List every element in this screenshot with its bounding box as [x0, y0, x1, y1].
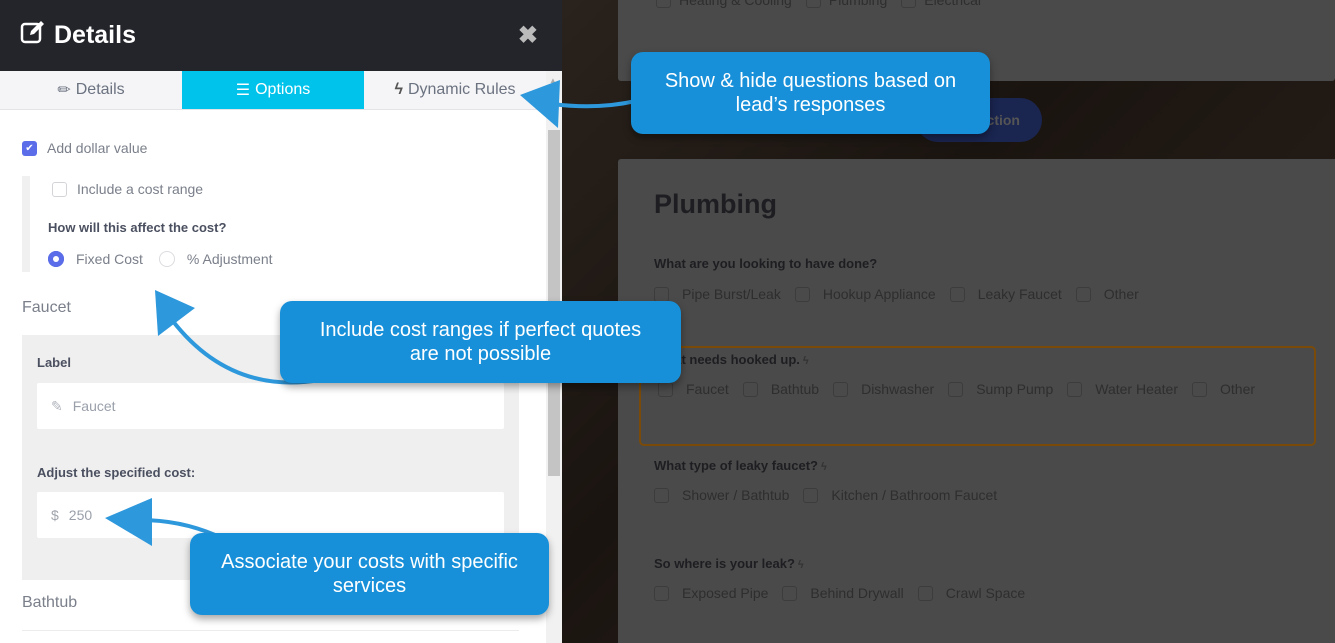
form-card-plumbing: Plumbing What are you looking to have do…: [618, 159, 1335, 643]
question-options: Exposed Pipe Behind Drywall Crawl Space: [654, 585, 1039, 601]
add-dollar-value-checkbox[interactable]: ✔: [22, 140, 37, 156]
subgroup-indent-bar: [22, 176, 30, 272]
dollar-icon: $: [51, 507, 59, 523]
pencil-icon: ✏: [57, 82, 71, 99]
question-label: What type of leaky faucet? ϟ: [654, 458, 827, 473]
tab-options[interactable]: ☰ Options: [182, 71, 364, 109]
scroll-up-arrow-icon[interactable]: ▲: [549, 76, 557, 85]
option-label: Hookup Appliance: [822, 286, 936, 302]
option-label: Electrical: [924, 0, 982, 8]
checkbox[interactable]: [1192, 381, 1207, 397]
tab-dynamic-rules[interactable]: ϟ Dynamic Rules: [364, 71, 546, 109]
checkbox[interactable]: [782, 585, 798, 601]
section-title: Plumbing: [654, 189, 777, 219]
bolt-icon: ϟ: [394, 81, 403, 98]
option-label: Behind Drywall: [810, 585, 904, 601]
option-label: Heating & Cooling: [679, 0, 792, 8]
list-icon: ☰: [235, 82, 251, 99]
cost-input[interactable]: $ 250: [37, 492, 504, 538]
callout-dynamic-rules: Show & hide questions based on lead’s re…: [631, 52, 990, 134]
radio-label: % Adjustment: [186, 251, 273, 267]
checkbox[interactable]: [803, 487, 819, 503]
cost-field-label: Adjust the specified cost:: [37, 465, 196, 480]
bolt-icon: ϟ: [802, 355, 809, 367]
checkbox-label: Include a cost range: [77, 181, 204, 197]
checkbox-label: Add dollar value: [47, 140, 148, 156]
checkbox[interactable]: [654, 585, 669, 601]
question-label: So where is your leak? ϟ: [654, 556, 804, 571]
cost-question-label: How will this affect the cost?: [48, 220, 227, 235]
question-options: Shower / Bathtub Kitchen / Bathroom Fauc…: [654, 487, 1011, 503]
checkbox[interactable]: [1075, 286, 1091, 302]
question-options: Pipe Burst/Leak Hookup Appliance Leaky F…: [654, 286, 1153, 302]
checkbox[interactable]: [917, 585, 933, 601]
divider: [22, 630, 519, 631]
item-name-bathtub[interactable]: Bathtub: [22, 594, 77, 612]
label-field-label: Label: [37, 355, 71, 370]
option-label: Water Heater: [1095, 381, 1178, 397]
label-input[interactable]: ✎ Faucet: [37, 383, 504, 429]
fixed-cost-radio[interactable]: [48, 251, 64, 267]
option-label: Plumbing: [828, 0, 888, 8]
option-label: Exposed Pipe: [682, 585, 769, 601]
option-label: Leaky Faucet: [977, 286, 1062, 302]
option-label: Other: [1220, 381, 1256, 397]
option-label: Faucet: [686, 381, 729, 397]
item-name-faucet[interactable]: Faucet: [22, 299, 71, 317]
edit-icon: ✎: [51, 397, 63, 414]
checkbox[interactable]: [948, 381, 964, 397]
tab-details[interactable]: ✏ Details: [0, 71, 182, 109]
checkbox[interactable]: [1067, 381, 1083, 397]
checkbox[interactable]: [654, 487, 669, 503]
checkbox[interactable]: [658, 381, 673, 397]
option-label: Dishwasher: [861, 381, 935, 397]
option-label: Sump Pump: [976, 381, 1054, 397]
question-options: Faucet Bathtub Dishwasher Sump Pump Wate…: [658, 381, 1269, 397]
cost-type-radio-group: Fixed Cost % Adjustment: [48, 251, 273, 267]
edit-icon: [20, 19, 46, 52]
callout-cost-ranges: Include cost ranges if perfect quotes ar…: [280, 301, 681, 383]
option-label: Bathtub: [770, 381, 820, 397]
panel-tabs: ✏ Details ☰ Options ϟ Dynamic Rules: [0, 71, 546, 110]
callout-associate-costs: Associate your costs with specific servi…: [190, 533, 549, 615]
panel-header: Details ✖: [0, 0, 562, 71]
option-label: Pipe Burst/Leak: [682, 286, 781, 302]
add-dollar-value-row[interactable]: ✔ Add dollar value: [22, 140, 147, 156]
include-cost-range-checkbox[interactable]: [52, 181, 67, 197]
bolt-icon: ϟ: [797, 559, 804, 571]
checkbox[interactable]: [949, 286, 965, 302]
checkbox[interactable]: [833, 381, 849, 397]
bolt-icon: ϟ: [820, 461, 827, 473]
option-label: Crawl Space: [945, 585, 1026, 601]
panel-title: Details: [20, 19, 136, 52]
services-options-row: Heating & Cooling Plumbing Electrical: [656, 0, 981, 8]
radio-label: Fixed Cost: [76, 251, 143, 267]
option-label: Shower / Bathtub: [682, 487, 790, 503]
question-label: What are you looking to have done?: [654, 256, 878, 271]
option-label: Kitchen / Bathroom Faucet: [831, 487, 998, 503]
checkbox[interactable]: [742, 381, 758, 397]
checkbox[interactable]: [901, 0, 917, 8]
percent-adjustment-radio[interactable]: [158, 251, 175, 267]
include-cost-range-row[interactable]: Include a cost range: [52, 181, 203, 197]
checkbox[interactable]: [656, 0, 671, 8]
checkbox[interactable]: [805, 0, 821, 8]
option-label: Other: [1103, 286, 1139, 302]
close-icon[interactable]: ✖: [518, 21, 538, 50]
checkbox[interactable]: [654, 286, 669, 302]
checkbox[interactable]: [794, 286, 810, 302]
